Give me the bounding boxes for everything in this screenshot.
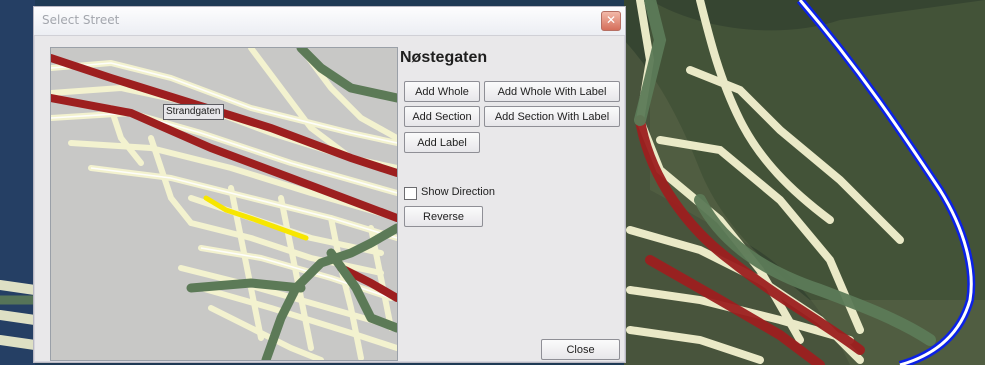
checkbox-box[interactable] <box>404 187 417 200</box>
dialog-titlebar[interactable]: Select Street ✕ <box>34 7 625 36</box>
select-street-dialog: Select Street ✕ Strandgaten Nøstegaten A… <box>33 6 626 363</box>
add-whole-with-label-button[interactable]: Add Whole With Label <box>484 81 620 102</box>
add-whole-button[interactable]: Add Whole <box>404 81 480 102</box>
reverse-button[interactable]: Reverse <box>404 206 483 227</box>
add-section-with-label-button[interactable]: Add Section With Label <box>484 106 620 127</box>
add-label-button[interactable]: Add Label <box>404 132 480 153</box>
show-direction-label: Show Direction <box>421 186 495 198</box>
dialog-title: Select Street <box>42 13 120 27</box>
close-icon[interactable]: ✕ <box>601 11 621 31</box>
selected-street-name: Nøstegaten <box>400 49 488 66</box>
map-street-label: Strandgaten <box>163 104 224 120</box>
show-direction-checkbox[interactable]: Show Direction <box>404 186 534 201</box>
close-button[interactable]: Close <box>541 339 620 360</box>
add-section-button[interactable]: Add Section <box>404 106 480 127</box>
street-map-preview[interactable]: Strandgaten <box>50 47 398 361</box>
street-map-canvas <box>51 48 397 360</box>
